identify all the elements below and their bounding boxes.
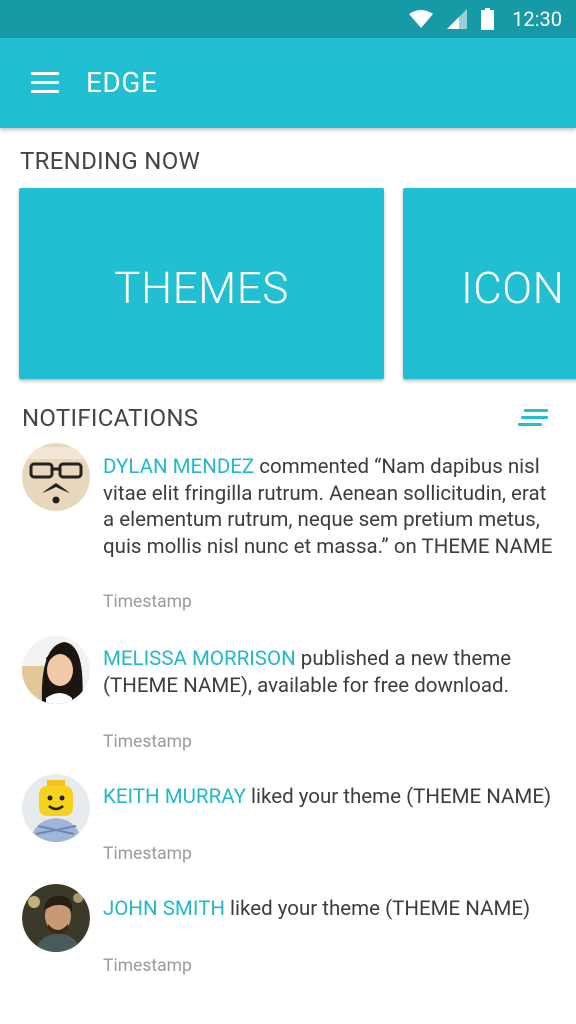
status-bar: 12:30: [0, 0, 576, 38]
trending-tile-themes[interactable]: THEMES: [19, 188, 384, 379]
timestamp: Timestamp: [103, 844, 192, 864]
sort-icon[interactable]: [518, 409, 548, 429]
wifi-icon: [409, 10, 434, 28]
avatar[interactable]: [22, 774, 90, 842]
timestamp: Timestamp: [103, 592, 192, 612]
avatar-photo-icon: [22, 884, 90, 952]
avatar-mustache-icon: [22, 443, 90, 511]
avatar[interactable]: [22, 636, 90, 704]
user-name-link[interactable]: MELISSA MORRISON: [103, 647, 296, 671]
avatar[interactable]: [22, 443, 90, 511]
notification-text: KEITH MURRAY liked your theme (THEME NAM…: [103, 784, 553, 811]
timestamp: Timestamp: [103, 732, 192, 752]
trending-tile-icon[interactable]: ICON: [403, 188, 576, 379]
tile-label: ICON: [461, 262, 565, 314]
trending-heading: TRENDING NOW: [20, 147, 201, 175]
app-title: EDGE: [86, 66, 158, 99]
app-bar: EDGE: [0, 38, 576, 128]
hamburger-menu-icon[interactable]: [31, 72, 59, 94]
user-name-link[interactable]: KEITH MURRAY: [103, 785, 246, 809]
status-time: 12:30: [512, 7, 562, 31]
status-icons: 12:30: [409, 0, 562, 38]
tile-label: THEMES: [114, 262, 289, 314]
user-name-link[interactable]: JOHN SMITH: [103, 897, 225, 921]
avatar-lego-head-icon: [22, 774, 90, 842]
battery-icon: [481, 8, 495, 30]
notification-text: MELISSA MORRISON published a new theme (…: [103, 646, 553, 699]
user-name-link[interactable]: DYLAN MENDEZ: [103, 455, 254, 479]
notification-message: liked your theme (THEME NAME): [245, 785, 552, 809]
avatar-photo-icon: [22, 636, 90, 704]
cell-signal-icon: [447, 9, 468, 29]
timestamp: Timestamp: [103, 956, 192, 976]
notification-message: liked your theme (THEME NAME): [224, 897, 531, 921]
avatar[interactable]: [22, 884, 90, 952]
notification-text: JOHN SMITH liked your theme (THEME NAME): [103, 896, 553, 923]
notification-text: DYLAN MENDEZ commented “Nam dapibus nisl…: [103, 454, 553, 560]
notifications-heading: NOTIFICATIONS: [22, 404, 199, 432]
